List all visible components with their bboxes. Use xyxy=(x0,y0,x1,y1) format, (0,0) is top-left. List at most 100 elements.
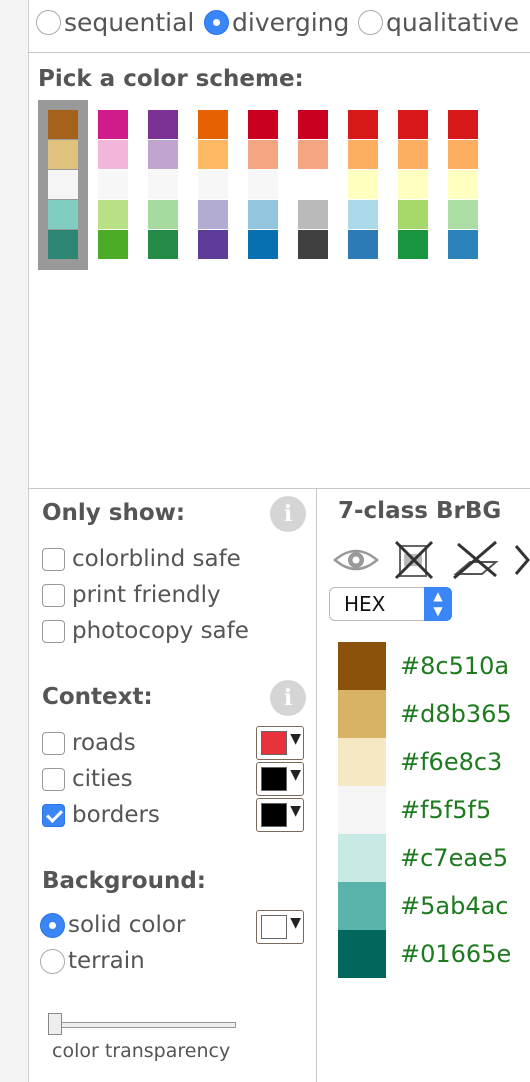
scheme-color-cell xyxy=(198,230,228,259)
scheme-color-cell xyxy=(298,170,328,199)
checkbox-label: cities xyxy=(72,766,133,792)
printer-crossed-icon[interactable] xyxy=(392,540,436,580)
checkbox-roads[interactable]: roads xyxy=(42,730,136,756)
dropdown-arrow-icon: ▼ xyxy=(290,767,301,783)
scheme-color-cell xyxy=(348,110,378,139)
checkbox-label: roads xyxy=(72,730,136,756)
scheme-color-cell xyxy=(448,200,478,229)
scheme-color-cell xyxy=(48,200,78,229)
dropdown-arrow-icon: ▼ xyxy=(290,803,301,819)
radio-diverging[interactable]: diverging xyxy=(204,8,349,37)
scheme-color-cell xyxy=(148,140,178,169)
checkbox-photocopy-safe[interactable]: photocopy safe xyxy=(42,618,249,644)
radio-qualitative[interactable]: qualitative xyxy=(358,8,519,37)
checkbox-label: print friendly xyxy=(72,582,221,608)
scheme-option[interactable] xyxy=(248,110,278,260)
hex-code: #f6e8c3 xyxy=(400,748,503,776)
scheme-name-title: 7-class BrBG xyxy=(338,498,502,524)
scheme-color-cell xyxy=(198,140,228,169)
scheme-option[interactable] xyxy=(48,110,78,260)
hex-code: #c7eae5 xyxy=(400,844,509,872)
scheme-option[interactable] xyxy=(298,110,328,260)
scheme-color-cell xyxy=(48,230,78,259)
scheme-color-cell xyxy=(98,110,128,139)
only-show-title: Only show: xyxy=(42,500,186,526)
scheme-color-cell xyxy=(98,200,128,229)
scheme-color-cell xyxy=(348,200,378,229)
checkbox-colorblind-safe[interactable]: colorblind safe xyxy=(42,546,241,572)
checkbox-borders[interactable]: borders xyxy=(42,802,160,828)
radio-button[interactable] xyxy=(358,10,383,35)
info-icon[interactable]: i xyxy=(270,680,306,716)
checkbox[interactable] xyxy=(42,619,65,643)
checkbox[interactable] xyxy=(42,731,65,755)
left-edge-bar xyxy=(0,0,29,1082)
scheme-color-cell xyxy=(448,110,478,139)
scheme-color-cell xyxy=(348,230,378,259)
scheme-color-cell xyxy=(398,170,428,199)
radio-button[interactable] xyxy=(36,10,61,35)
scheme-color-cell xyxy=(448,140,478,169)
hex-code: #8c510a xyxy=(400,652,510,680)
format-select[interactable]: HEX ▲ ▼ xyxy=(329,587,452,621)
scheme-color-cell xyxy=(198,170,228,199)
radio-label: sequential xyxy=(64,8,195,37)
radio-label: diverging xyxy=(232,8,350,37)
scheme-option[interactable] xyxy=(98,110,128,260)
radio-terrain[interactable]: terrain xyxy=(40,948,145,974)
cities-color-picker[interactable]: ▼ xyxy=(256,762,304,796)
scheme-color-cell xyxy=(448,230,478,259)
borders-color-picker[interactable]: ▼ xyxy=(256,798,304,832)
checkbox-print-friendly[interactable]: print friendly xyxy=(42,582,221,608)
select-arrows-icon[interactable]: ▲ ▼ xyxy=(424,587,452,621)
color-swatch xyxy=(261,767,287,791)
transparency-slider-thumb[interactable] xyxy=(48,1013,62,1035)
scheme-color-cell xyxy=(198,110,228,139)
transparency-slider-track[interactable] xyxy=(48,1022,236,1028)
checkbox[interactable] xyxy=(42,547,65,571)
checkbox[interactable] xyxy=(42,767,65,791)
scheme-option[interactable] xyxy=(448,110,478,260)
hex-code: #01665e xyxy=(400,940,512,968)
scheme-option[interactable] xyxy=(198,110,228,260)
column-divider xyxy=(316,488,317,1082)
radio-button[interactable] xyxy=(40,948,65,974)
laptop-crossed-icon[interactable] xyxy=(514,540,530,580)
color-swatch xyxy=(261,803,287,827)
radio-sequential[interactable]: sequential xyxy=(36,8,194,37)
checkbox[interactable] xyxy=(42,803,65,827)
scheme-color-cell xyxy=(348,140,378,169)
checkbox[interactable] xyxy=(42,583,65,607)
color-swatch xyxy=(338,882,386,930)
radio-label: terrain xyxy=(68,948,145,974)
hex-code: #5ab4ac xyxy=(400,892,509,920)
scheme-color-cell xyxy=(398,110,428,139)
scheme-color-cell xyxy=(248,230,278,259)
hex-code: #d8b365 xyxy=(400,700,512,728)
format-select-value: HEX xyxy=(344,592,386,616)
scheme-color-cell xyxy=(248,140,278,169)
scheme-option[interactable] xyxy=(348,110,378,260)
scheme-color-cell xyxy=(148,170,178,199)
radio-label: solid color xyxy=(68,912,186,938)
scheme-color-cell xyxy=(298,200,328,229)
colorbrewer-panel: sequential diverging qualitative Pick a … xyxy=(28,0,530,1082)
color-swatch xyxy=(338,642,386,690)
roads-color-picker[interactable]: ▼ xyxy=(256,726,304,760)
photocopy-crossed-icon[interactable] xyxy=(452,540,502,580)
radio-button[interactable] xyxy=(40,912,65,938)
scheme-option[interactable] xyxy=(398,110,428,260)
scheme-color-cell xyxy=(98,140,128,169)
context-title: Context: xyxy=(42,684,153,710)
eye-icon[interactable] xyxy=(331,540,381,580)
dropdown-arrow-icon: ▼ xyxy=(290,915,301,931)
radio-solid-color[interactable]: solid color xyxy=(40,912,185,938)
scheme-color-cell xyxy=(198,200,228,229)
scheme-color-cell xyxy=(48,170,78,199)
checkbox-cities[interactable]: cities xyxy=(42,766,133,792)
scheme-color-cell xyxy=(148,230,178,259)
background-color-picker[interactable]: ▼ xyxy=(256,910,304,944)
info-icon[interactable]: i xyxy=(270,496,306,532)
radio-button[interactable] xyxy=(204,10,229,35)
scheme-option[interactable] xyxy=(148,110,178,260)
